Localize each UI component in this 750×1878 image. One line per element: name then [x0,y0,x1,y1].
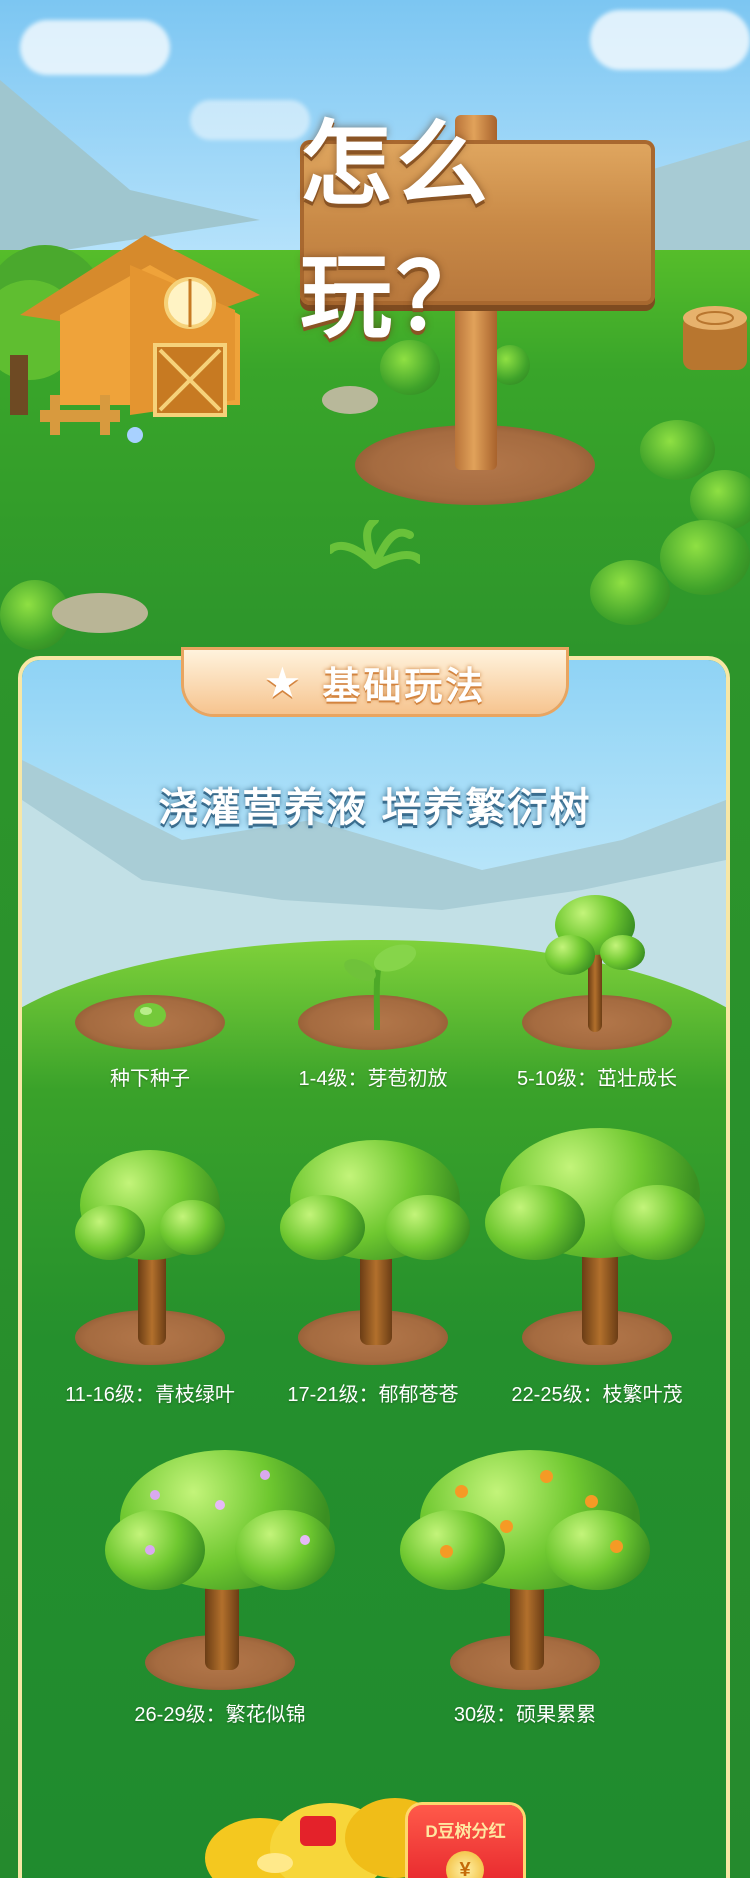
stage-label: 1-4级：芽苞初放 [298,1068,448,1090]
game-scene: 怎么玩？ ★ 基础玩法 浇灌营养液 培养繁衍树 种下种子 1-4级：芽苞初放 5… [0,0,750,1878]
stage-label: 22-25级：枝繁叶茂 [511,1384,683,1406]
coin-icon: ¥ [446,1851,484,1878]
fruit-icon [455,1485,468,1498]
stage-label: 30级：硕果累累 [453,1704,597,1726]
flower-icon [150,1490,160,1500]
stage-label: 17-21级：郁郁苍苍 [287,1384,459,1406]
fern-icon [330,520,420,569]
stage-label: 5-10级：茁壮成长 [516,1068,678,1090]
seed-icon [134,1003,166,1027]
stage-label: 26-29级：繁花似锦 [134,1704,306,1726]
wooden-sign: 怎么玩？ [300,113,655,349]
bush-icon [640,420,715,480]
section-slogan: 浇灌营养液 培养繁衍树 [158,786,592,830]
page-title: 怎么玩？ [300,113,493,349]
farm-house-icon [0,235,260,443]
fruit-icon [585,1495,598,1508]
bush-icon [660,520,750,595]
fruit-icon [500,1520,513,1533]
star-icon: ★ [263,658,305,706]
tree-stump-icon [683,306,747,370]
fruit-icon [440,1545,453,1558]
stage-label: 11-16级：青枝绿叶 [65,1384,235,1406]
section-ribbon: ★ 基础玩法 [184,650,566,714]
bush-icon [590,560,670,625]
fruit-icon [540,1470,553,1483]
fruit-icon [610,1540,623,1553]
flower-icon [145,1545,155,1555]
rock-icon [52,593,148,633]
flower-icon [260,1470,270,1480]
sprout-icon [344,944,417,1030]
flower-icon [215,1500,225,1510]
dividend-redpacket[interactable]: D豆树分红 ¥ [408,1805,523,1878]
section-title: 基础玩法 [322,665,487,708]
flower-icon [300,1535,310,1545]
rock-icon [322,386,378,414]
stage-label: 种下种子 [110,1068,190,1090]
redpacket-label: D豆树分红 [425,1822,506,1841]
